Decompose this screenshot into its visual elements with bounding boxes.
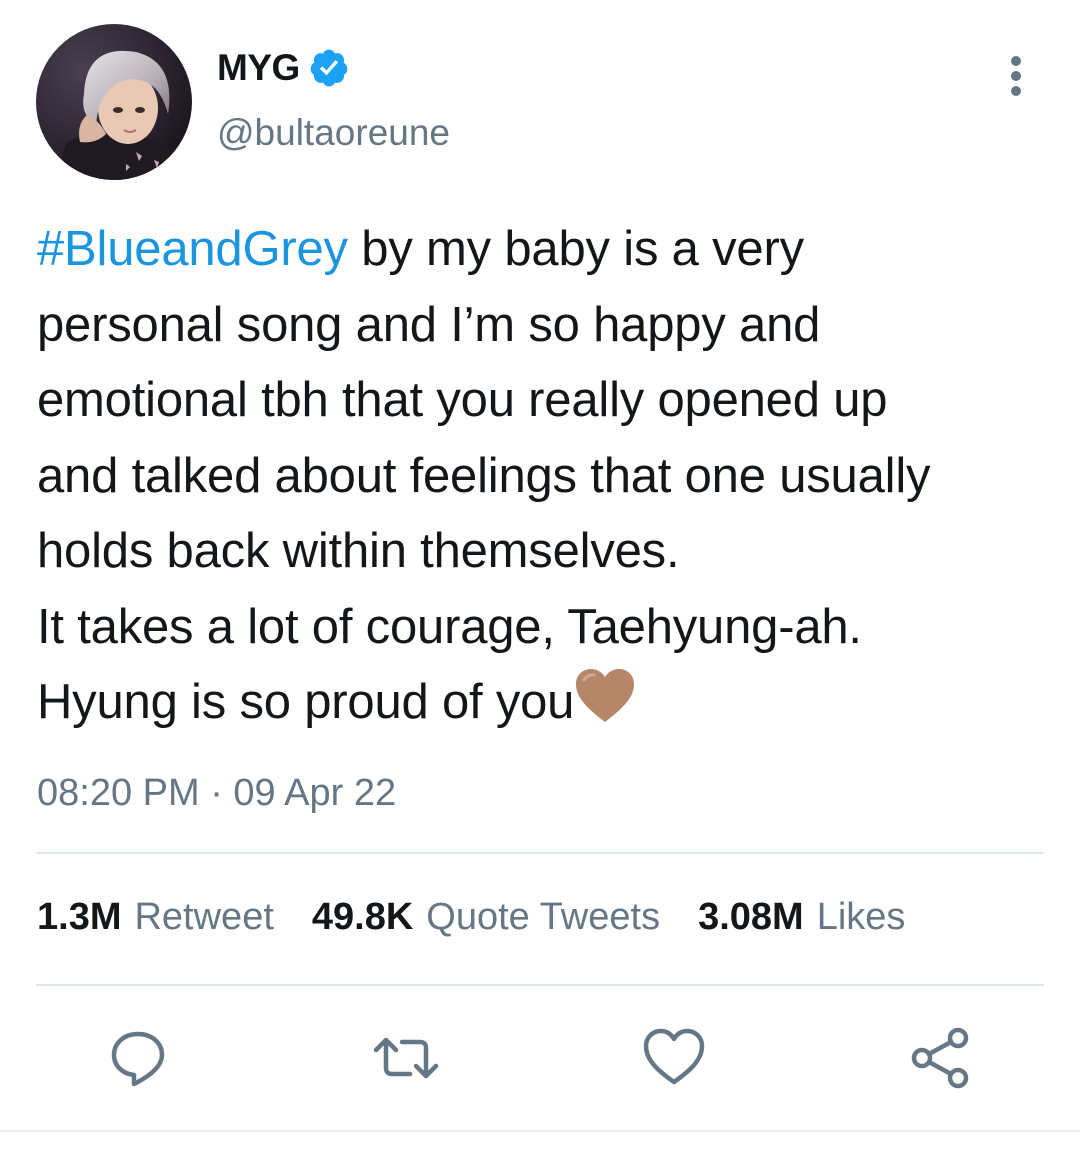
reply-icon	[104, 1024, 172, 1092]
tweet-line-7-text: Hyung is so proud of you	[37, 675, 575, 729]
tweet-line-5: holds back within themselves.	[37, 524, 680, 578]
quote-tweets-label: Quote Tweets	[426, 896, 661, 938]
user-handle[interactable]: @bultaoreune	[217, 112, 450, 154]
brown-heart-emoji-icon	[574, 668, 636, 724]
display-name[interactable]: MYG	[217, 47, 300, 89]
display-name-row[interactable]: MYG	[217, 44, 350, 92]
tweet-line-2: personal song and I’m so happy and	[37, 297, 821, 352]
tweet-line-1: #BlueandGrey by my baby is a very	[37, 212, 1047, 288]
divider	[36, 984, 1044, 986]
like-button[interactable]	[640, 1024, 708, 1092]
tweet-line-3: emotional tbh that you really opened up	[37, 373, 888, 427]
tweet-timestamp[interactable]: 08:20 PM · 09 Apr 22	[37, 772, 396, 815]
likes-label: Likes	[816, 896, 906, 938]
share-icon	[908, 1024, 976, 1092]
like-icon	[640, 1024, 708, 1092]
share-button[interactable]	[908, 1024, 976, 1092]
retweets-count: 1.3M	[37, 896, 122, 938]
quote-tweets-count: 49.8K	[311, 896, 414, 938]
retweets-label: Retweet	[134, 896, 274, 938]
tweet-text: #BlueandGrey by my baby is a very person…	[37, 212, 1047, 741]
tweet-line-7: Hyung is so proud of you	[37, 665, 1047, 741]
retweets-stat[interactable]: 1.3M Retweet	[37, 896, 274, 939]
verified-badge-icon	[308, 47, 350, 89]
tweet-stats: 1.3M Retweet 49.8K Quote Tweets 3.08M Likes	[37, 896, 943, 939]
tweet-line-1-text: by my baby is a very	[347, 222, 804, 276]
tweet-line-6: It takes a lot of courage, Taehyung-ah.	[37, 599, 862, 654]
likes-count: 3.08M	[698, 896, 804, 938]
retweet-button[interactable]	[372, 1024, 440, 1092]
retweet-icon	[372, 1024, 440, 1092]
tweet-line-4: and talked about feelings that one usual…	[37, 448, 931, 503]
quote-tweets-stat[interactable]: 49.8K Quote Tweets	[312, 896, 660, 939]
bottom-divider	[0, 1130, 1080, 1132]
divider	[36, 852, 1044, 854]
avatar[interactable]	[36, 24, 192, 180]
reply-button[interactable]	[104, 1024, 172, 1092]
likes-stat[interactable]: 3.08M Likes	[698, 896, 905, 939]
more-options-icon[interactable]	[996, 52, 1036, 100]
hashtag-link[interactable]: #BlueandGrey	[37, 222, 348, 276]
